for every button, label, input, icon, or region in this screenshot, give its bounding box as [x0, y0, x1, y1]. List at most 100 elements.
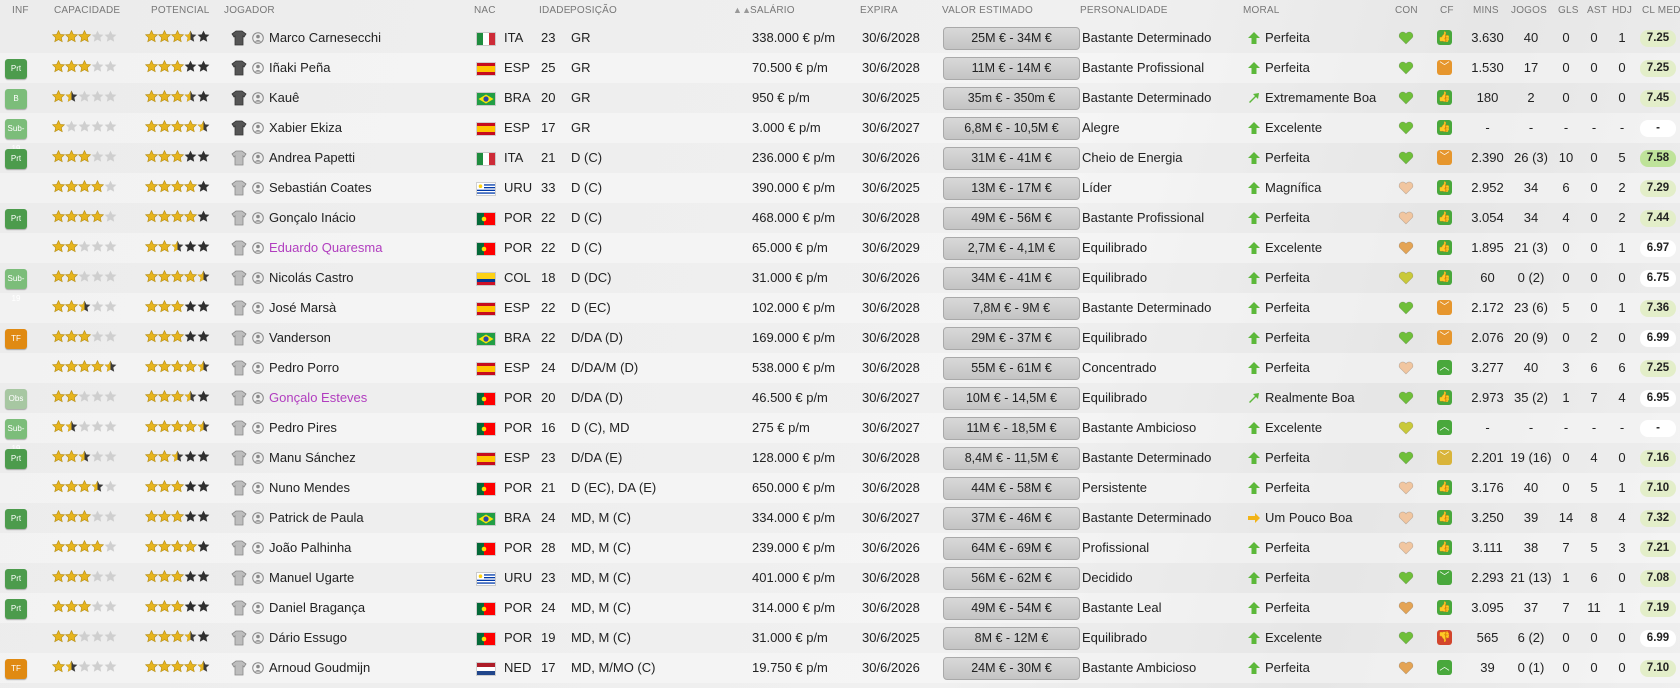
player-name[interactable]: Andrea Papetti — [269, 143, 355, 173]
info-badge[interactable]: Prt — [5, 59, 27, 79]
table-row[interactable]: Marco Carnesecchi ITA 23 GR 338.000 € p/… — [0, 23, 1680, 53]
player-name[interactable]: José Marsà — [269, 293, 336, 323]
estimated-value[interactable]: 7,8M € - 9M € — [943, 297, 1080, 320]
info-badge[interactable]: Obs — [5, 389, 27, 409]
estimated-value[interactable]: 29M € - 37M € — [943, 327, 1080, 350]
estimated-value[interactable]: 49M € - 56M € — [943, 207, 1080, 230]
col-nac[interactable]: NAC — [474, 5, 496, 16]
table-row[interactable]: Obs Gonçalo Esteves POR 20 D/DA (D) 46.5… — [0, 383, 1680, 413]
player-name[interactable]: Eduardo Quaresma — [269, 233, 382, 263]
player-name[interactable]: Nuno Mendes — [269, 473, 350, 503]
player-name[interactable]: João Palhinha — [269, 533, 351, 563]
info-badge[interactable]: Sub-19 — [5, 119, 27, 153]
player-name[interactable]: Manuel Ugarte — [269, 563, 354, 593]
col-posicao[interactable]: POSIÇÃO — [570, 5, 617, 16]
estimated-value[interactable]: 44M € - 58M € — [943, 477, 1080, 500]
col-jogador[interactable]: JOGADOR — [224, 5, 275, 16]
table-row[interactable]: Prt Patrick de Paula BRA 24 MD, M (C) 33… — [0, 503, 1680, 533]
info-badge[interactable]: TF — [5, 329, 27, 349]
table-row[interactable]: Prt Iñaki Peña ESP 25 GR 70.500 € p/m 30… — [0, 53, 1680, 83]
player-name[interactable]: Pedro Porro — [269, 353, 339, 383]
info-badge[interactable]: B — [5, 89, 27, 109]
estimated-value[interactable]: 35m € - 350m € — [943, 87, 1080, 110]
player-name[interactable]: Patrick de Paula — [269, 503, 364, 533]
col-inf[interactable]: INF — [12, 5, 29, 16]
info-badge[interactable]: Prt — [5, 149, 27, 169]
estimated-value[interactable]: 6,8M € - 10,5M € — [943, 117, 1080, 140]
estimated-value[interactable]: 24M € - 30M € — [943, 657, 1080, 680]
table-row[interactable]: Nuno Mendes POR 21 D (EC), DA (E) 650.00… — [0, 473, 1680, 503]
table-row[interactable]: TF Vanderson BRA 22 D/DA (D) 169.000 € p… — [0, 323, 1680, 353]
info-badge[interactable]: Prt — [5, 569, 27, 589]
info-badge[interactable]: Sub-19 — [5, 419, 27, 453]
table-row[interactable]: B Kauê BRA 20 GR 950 € p/m 30/6/2025 35m… — [0, 83, 1680, 113]
estimated-value[interactable]: 13M € - 17M € — [943, 177, 1080, 200]
estimated-value[interactable]: 55M € - 61M € — [943, 357, 1080, 380]
table-row[interactable]: Prt Andrea Papetti ITA 21 D (C) 236.000 … — [0, 143, 1680, 173]
col-hdj[interactable]: HDJ — [1612, 5, 1632, 16]
col-expira[interactable]: EXPIRA — [860, 5, 898, 16]
col-potencial[interactable]: POTENCIAL — [151, 5, 209, 16]
player-name[interactable]: Arnoud Goudmijn — [269, 653, 370, 683]
col-jogos[interactable]: JOGOS — [1511, 5, 1547, 16]
info-badge[interactable]: Sub-19 — [5, 269, 27, 303]
player-name[interactable]: Vanderson — [269, 323, 331, 353]
col-salario[interactable]: SALÁRIO — [750, 5, 795, 16]
table-row[interactable]: Dário Essugo POR 19 MD, M (C) 31.000 € p… — [0, 623, 1680, 653]
estimated-value[interactable]: 64M € - 69M € — [943, 537, 1080, 560]
col-capacidade[interactable]: CAPACIDADE — [54, 5, 120, 16]
info-badge[interactable]: Prt — [5, 509, 27, 529]
col-ast[interactable]: AST — [1587, 5, 1607, 16]
player-name[interactable]: Sebastián Coates — [269, 173, 372, 203]
player-name[interactable]: Gonçalo Esteves — [269, 383, 367, 413]
estimated-value[interactable]: 11M € - 14M € — [943, 57, 1080, 80]
player-name[interactable]: Nicolás Castro — [269, 263, 354, 293]
info-badge[interactable]: Prt — [5, 449, 27, 469]
player-name[interactable]: Marco Carnesecchi — [269, 23, 381, 53]
table-row[interactable]: Prt Gonçalo Inácio POR 22 D (C) 468.000 … — [0, 203, 1680, 233]
table-row[interactable]: José Marsà ESP 22 D (EC) 102.000 € p/m 3… — [0, 293, 1680, 323]
player-name[interactable]: Daniel Bragança — [269, 593, 365, 623]
player-name[interactable]: Manu Sánchez — [269, 443, 356, 473]
player-name[interactable]: Kauê — [269, 83, 299, 113]
estimated-value[interactable]: 37M € - 46M € — [943, 507, 1080, 530]
col-cf[interactable]: CF — [1440, 5, 1454, 16]
player-name[interactable]: Xabier Ekiza — [269, 113, 342, 143]
table-row[interactable]: TF Arnoud Goudmijn NED 17 MD, M/MO (C) 1… — [0, 653, 1680, 683]
estimated-value[interactable]: 56M € - 62M € — [943, 567, 1080, 590]
col-personalidade[interactable]: PERSONALIDADE — [1080, 5, 1168, 16]
col-moral[interactable]: MORAL — [1243, 5, 1280, 16]
table-row[interactable]: Prt Manuel Ugarte URU 23 MD, M (C) 401.0… — [0, 563, 1680, 593]
table-row[interactable]: Prt Manu Sánchez ESP 23 D/DA (E) 128.000… — [0, 443, 1680, 473]
estimated-value[interactable]: 31M € - 41M € — [943, 147, 1080, 170]
info-badge[interactable]: Prt — [5, 599, 27, 619]
info-badge[interactable]: Prt — [5, 209, 27, 229]
sort-ascending-icon[interactable]: ▲▲ — [733, 5, 751, 15]
table-row[interactable]: Sub-19 Pedro Pires POR 16 D (C), MD 275 … — [0, 413, 1680, 453]
col-gls[interactable]: GLS — [1558, 5, 1579, 16]
estimated-value[interactable]: 25M € - 34M € — [943, 27, 1080, 50]
player-name[interactable]: Gonçalo Inácio — [269, 203, 356, 233]
table-row[interactable]: Eduardo Quaresma POR 22 D (C) 65.000 € p… — [0, 233, 1680, 263]
player-name[interactable]: Iñaki Peña — [269, 53, 330, 83]
col-con[interactable]: CON — [1395, 5, 1418, 16]
col-mins[interactable]: MINS — [1473, 5, 1499, 16]
col-valor[interactable]: VALOR ESTIMADO — [942, 5, 1033, 16]
player-name[interactable]: Pedro Pires — [269, 413, 337, 443]
estimated-value[interactable]: 34M € - 41M € — [943, 267, 1080, 290]
estimated-value[interactable]: 2,7M € - 4,1M € — [943, 237, 1080, 260]
player-name[interactable]: Dário Essugo — [269, 623, 347, 653]
estimated-value[interactable]: 49M € - 54M € — [943, 597, 1080, 620]
table-row[interactable]: Prt Daniel Bragança POR 24 MD, M (C) 314… — [0, 593, 1680, 623]
estimated-value[interactable]: 11M € - 18,5M € — [943, 417, 1080, 440]
estimated-value[interactable]: 10M € - 14,5M € — [943, 387, 1080, 410]
info-badge[interactable]: TF — [5, 659, 27, 679]
table-row[interactable]: Sub-19 Xabier Ekiza ESP 17 GR 3.000 € p/… — [0, 113, 1680, 153]
table-row[interactable]: Pedro Porro ESP 24 D/DA/M (D) 538.000 € … — [0, 353, 1680, 383]
col-clmed[interactable]: CL MED — [1642, 5, 1680, 16]
estimated-value[interactable]: 8,4M € - 11,5M € — [943, 447, 1080, 470]
table-row[interactable]: João Palhinha POR 28 MD, M (C) 239.000 €… — [0, 533, 1680, 563]
col-idade[interactable]: IDADE — [539, 5, 571, 16]
table-row[interactable]: Sebastián Coates URU 33 D (C) 390.000 € … — [0, 173, 1680, 203]
table-row[interactable]: Sub-19 Nicolás Castro COL 18 D (DC) 31.0… — [0, 263, 1680, 303]
